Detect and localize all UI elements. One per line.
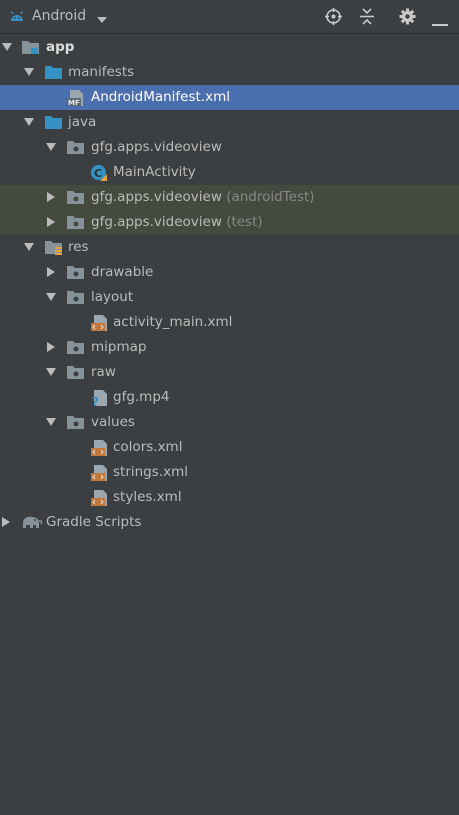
folder-icon — [45, 114, 62, 131]
project-view-selector[interactable]: Android — [32, 8, 86, 24]
tree-item-layout[interactable]: layout — [0, 285, 459, 310]
folder-icon — [67, 289, 84, 306]
xml-file-icon — [90, 489, 107, 506]
tree-item-gfg-mp4[interactable]: ? gfg.mp4 — [0, 385, 459, 410]
tree-item-colors[interactable]: colors.xml — [0, 435, 459, 460]
tree-item-strings[interactable]: strings.xml — [0, 460, 459, 485]
svg-text:?: ? — [92, 395, 99, 407]
gradle-elephant-icon — [21, 514, 43, 531]
tree-item-java[interactable]: java — [0, 110, 459, 135]
tree-label: AndroidManifest.xml — [91, 89, 230, 105]
tree-item-values[interactable]: values — [0, 410, 459, 435]
tree-label: strings.xml — [113, 464, 188, 480]
module-folder-icon — [22, 39, 39, 56]
expand-arrow-icon[interactable] — [2, 517, 10, 527]
tree-item-package-main[interactable]: gfg.apps.videoview — [0, 135, 459, 160]
expand-arrow-icon[interactable] — [2, 43, 12, 51]
tree-label: drawable — [91, 264, 154, 280]
expand-arrow-icon[interactable] — [46, 368, 56, 376]
tree-item-android-manifest[interactable]: MF AndroidManifest.xml — [0, 85, 459, 110]
folder-icon — [67, 414, 84, 431]
tree-label: styles.xml — [113, 489, 182, 505]
expand-arrow-icon[interactable] — [24, 68, 34, 76]
folder-icon — [67, 339, 84, 356]
unknown-file-icon: ? — [90, 389, 107, 409]
package-name: gfg.apps.videoview — [91, 189, 222, 205]
expand-arrow-icon[interactable] — [47, 217, 55, 227]
xml-file-icon — [90, 314, 107, 331]
source-set-suffix: (test) — [226, 214, 263, 230]
tree-label: gfg.mp4 — [113, 389, 170, 405]
svg-text:C: C — [94, 167, 102, 180]
tree-item-mipmap[interactable]: mipmap — [0, 335, 459, 360]
expand-arrow-icon[interactable] — [24, 243, 34, 251]
tree-label: java — [68, 114, 97, 130]
tree-label: res — [68, 239, 89, 255]
xml-file-icon — [90, 464, 107, 481]
project-toolbar: Android — [0, 0, 459, 34]
package-icon — [67, 189, 84, 206]
source-set-suffix: (androidTest) — [226, 189, 315, 205]
folder-icon — [67, 264, 84, 281]
tree-item-manifests[interactable]: manifests — [0, 60, 459, 85]
folder-icon — [67, 364, 84, 381]
kotlin-class-icon: C — [90, 164, 107, 181]
chevron-down-icon[interactable] — [97, 12, 107, 28]
tree-label: raw — [91, 364, 116, 380]
tree-item-drawable[interactable]: drawable — [0, 260, 459, 285]
tree-item-gradle-scripts[interactable]: Gradle Scripts — [0, 510, 459, 535]
package-name: gfg.apps.videoview — [91, 214, 222, 230]
expand-arrow-icon[interactable] — [47, 342, 55, 352]
tree-label: app — [46, 39, 75, 55]
tree-label: gfg.apps.videoview (test) — [91, 214, 263, 230]
package-icon — [67, 139, 84, 156]
tree-item-main-activity[interactable]: C MainActivity — [0, 160, 459, 185]
gear-icon[interactable] — [398, 7, 417, 30]
xml-file-icon — [90, 439, 107, 456]
expand-arrow-icon[interactable] — [24, 118, 34, 126]
locate-icon[interactable] — [324, 7, 343, 30]
tree-label: gfg.apps.videoview (androidTest) — [91, 189, 315, 205]
expand-arrow-icon[interactable] — [46, 143, 56, 151]
tree-item-res[interactable]: res — [0, 235, 459, 260]
folder-icon — [45, 64, 62, 81]
android-icon — [9, 9, 25, 27]
tree-item-app[interactable]: app — [0, 35, 459, 60]
svg-text:MF: MF — [68, 99, 80, 107]
expand-arrow-icon[interactable] — [46, 293, 56, 301]
tree-label: layout — [91, 289, 134, 305]
tree-label: gfg.apps.videoview — [91, 139, 222, 155]
tree-label: values — [91, 414, 135, 430]
tree-item-activity-main[interactable]: activity_main.xml — [0, 310, 459, 335]
tree-label: Gradle Scripts — [46, 514, 142, 530]
tree-item-raw[interactable]: raw — [0, 360, 459, 385]
tree-label: MainActivity — [113, 164, 196, 180]
resources-folder-icon — [45, 239, 62, 256]
minimize-icon[interactable] — [432, 15, 448, 31]
collapse-all-icon[interactable] — [358, 7, 376, 30]
package-icon — [67, 214, 84, 231]
expand-arrow-icon[interactable] — [47, 267, 55, 277]
manifest-file-icon: MF — [67, 89, 84, 107]
tree-label: activity_main.xml — [113, 314, 233, 330]
tree-label: manifests — [68, 64, 135, 80]
tree-item-package-android-test[interactable]: gfg.apps.videoview (androidTest) — [0, 185, 459, 210]
tree-label: mipmap — [91, 339, 147, 355]
tree-item-package-test[interactable]: gfg.apps.videoview (test) — [0, 210, 459, 235]
expand-arrow-icon[interactable] — [46, 418, 56, 426]
tree-item-styles[interactable]: styles.xml — [0, 485, 459, 510]
expand-arrow-icon[interactable] — [47, 192, 55, 202]
tree-label: colors.xml — [113, 439, 183, 455]
